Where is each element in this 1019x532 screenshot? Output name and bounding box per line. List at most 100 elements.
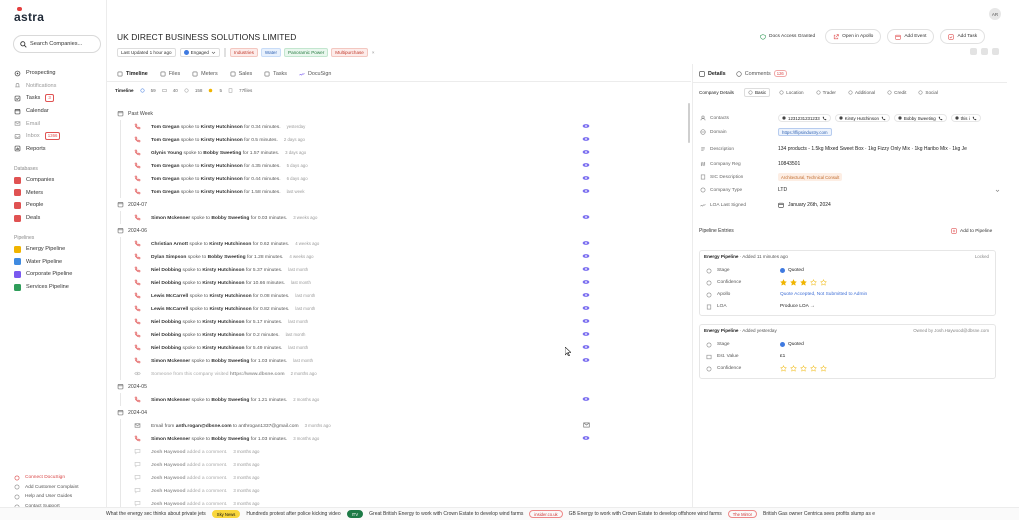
- news-headline[interactable]: Hundreds protest after police kicking vi…: [246, 511, 340, 517]
- target-name[interactable]: https://www.dbsne.com: [230, 372, 285, 377]
- sidebar-item-people[interactable]: People: [14, 199, 106, 212]
- tab-timeline[interactable]: Timeline: [117, 68, 148, 80]
- actor-name[interactable]: Tom Gregan: [151, 138, 179, 143]
- status-dropdown[interactable]: Engaged: [179, 48, 220, 57]
- sidebar-item-calendar[interactable]: Calendar: [14, 105, 106, 118]
- footer-link-0[interactable]: Connect DocuSign: [14, 473, 106, 483]
- pipeline-card-1[interactable]: Energy Pipeline · Added 11 minutes ago L…: [699, 250, 996, 316]
- target-name[interactable]: anth.rogan@dbsne.com: [176, 424, 232, 429]
- confidence-stars[interactable]: [780, 365, 827, 372]
- news-headline[interactable]: British Gas owner Centrica sees profits …: [763, 511, 875, 517]
- target-name[interactable]: Kirsty Hutchinson: [202, 320, 244, 325]
- sidebar-item-water-pipeline[interactable]: Water Pipeline: [14, 256, 106, 269]
- timeline-row[interactable]: Someone from this company visited https:…: [121, 367, 591, 380]
- star-empty-icon[interactable]: [810, 279, 817, 286]
- timeline-row[interactable]: Niel Dobbing spoke to Kirsty Hutchinson …: [121, 328, 591, 341]
- user-icon[interactable]: [981, 48, 988, 55]
- target-name[interactable]: Kirsty Hutchinson: [209, 307, 251, 312]
- email-count-icon[interactable]: [162, 88, 167, 93]
- actor-name[interactable]: Niel Dobbing: [151, 333, 181, 338]
- visit-count-icon[interactable]: [184, 88, 189, 93]
- star-empty-icon[interactable]: [790, 365, 797, 372]
- target-name[interactable]: Bobby Sweeting: [211, 437, 249, 442]
- stage-value[interactable]: Quoted: [788, 268, 804, 273]
- actor-name[interactable]: Glynis Young: [151, 151, 182, 156]
- sidebar-item-meters[interactable]: Meters: [14, 187, 106, 200]
- timeline-row[interactable]: Simon Mckenner spoke to Bobby Sweeting f…: [121, 354, 591, 367]
- contact-chip[interactable]: Bobby Sweeting: [893, 114, 947, 122]
- target-name[interactable]: Kirsty Hutchinson: [201, 138, 243, 143]
- add-to-pipeline-button[interactable]: Add to Pipeline: [951, 228, 992, 234]
- sidebar-item-inbox[interactable]: Inbox 1366: [14, 130, 106, 143]
- sidebar-item-companies[interactable]: Companies: [14, 174, 106, 187]
- news-headline[interactable]: Great British Energy to work with Crown …: [369, 511, 523, 517]
- timeline-row[interactable]: Simon Mckenner spoke to Bobby Sweeting f…: [121, 393, 591, 406]
- target-name[interactable]: Kirsty Hutchinson: [202, 268, 244, 273]
- produce-loa-link[interactable]: Produce LOA →: [780, 304, 815, 309]
- tab-meters[interactable]: Meters: [192, 68, 218, 80]
- sidebar-item-corporate-pipeline[interactable]: Corporate Pipeline: [14, 268, 106, 281]
- target-name[interactable]: Bobby Sweeting: [211, 216, 249, 221]
- tag-chip[interactable]: Industries: [229, 48, 258, 57]
- actor-name[interactable]: Simon Mckenner: [151, 437, 190, 442]
- actor-name[interactable]: Simon Mckenner: [151, 398, 190, 403]
- loa-value[interactable]: January 26th, 2024: [788, 202, 831, 208]
- subtab-credit[interactable]: Credit: [884, 89, 909, 96]
- confidence-stars[interactable]: [780, 279, 827, 286]
- star-filled-icon[interactable]: [780, 279, 787, 286]
- actor-name[interactable]: Josh Haywood: [151, 502, 186, 507]
- timeline-row[interactable]: Niel Dobbing spoke to Kirsty Hutchinson …: [121, 341, 591, 354]
- timeline-row[interactable]: Email from anth.rogan@dbsne.com to anthr…: [121, 419, 591, 432]
- timeline-row[interactable]: Glynis Young spoke to Bobby Sweeting for…: [121, 146, 591, 159]
- timeline-scrollbar[interactable]: [688, 103, 690, 143]
- star-empty-icon[interactable]: [810, 365, 817, 372]
- remove-tag-icon[interactable]: ×: [372, 50, 375, 55]
- actor-name[interactable]: Lewis McCarrell: [151, 307, 188, 312]
- tab-details[interactable]: Details: [699, 70, 726, 77]
- sidebar-item-prospecting[interactable]: Prospecting: [14, 67, 106, 80]
- star-empty-icon[interactable]: [820, 279, 827, 286]
- actor-name[interactable]: Tom Gregan: [151, 177, 179, 182]
- file-count-icon[interactable]: [228, 88, 233, 93]
- timeline-row[interactable]: Tom Gregan spoke to Kirsty Hutchinson fo…: [121, 120, 591, 133]
- actor-name[interactable]: Niel Dobbing: [151, 320, 181, 325]
- search-input[interactable]: Search Companies...: [13, 35, 101, 53]
- actor-name[interactable]: Josh Haywood: [151, 489, 186, 494]
- timeline-row[interactable]: Niel Dobbing spoke to Kirsty Hutchinson …: [121, 276, 591, 289]
- timeline-row[interactable]: Niel Dobbing spoke to Kirsty Hutchinson …: [121, 263, 591, 276]
- actor-name[interactable]: Niel Dobbing: [151, 268, 181, 273]
- news-headline[interactable]: GB Energy to work with Crown Estate to d…: [569, 511, 722, 517]
- timeline-row[interactable]: Josh Haywood added a comment. 3 months ag…: [121, 471, 591, 484]
- more-icon[interactable]: [992, 48, 999, 55]
- actor-name[interactable]: Simon Mckenner: [151, 359, 190, 364]
- actor-name[interactable]: Tom Gregan: [151, 164, 179, 169]
- actor-name[interactable]: Simon Mckenner: [151, 216, 190, 221]
- domain-link[interactable]: https://flipsindustry.com: [778, 128, 832, 136]
- actor-name[interactable]: Lewis McCarrell: [151, 294, 188, 299]
- star-empty-icon[interactable]: [820, 365, 827, 372]
- footer-link-1[interactable]: Add Customer Complaint: [14, 483, 106, 493]
- actor-name[interactable]: Josh Haywood: [151, 450, 186, 455]
- timeline-row[interactable]: Tom Gregan spoke to Kirsty Hutchinson fo…: [121, 159, 591, 172]
- actor-name[interactable]: Niel Dobbing: [151, 281, 181, 286]
- target-name[interactable]: Kirsty Hutchinson: [202, 346, 244, 351]
- target-name[interactable]: Kirsty Hutchinson: [201, 177, 243, 182]
- sidebar-item-reports[interactable]: Reports: [14, 143, 106, 156]
- subtab-trader[interactable]: Trader: [813, 89, 839, 96]
- target-name[interactable]: Kirsty Hutchinson: [201, 190, 243, 195]
- news-source-badge[interactable]: The Mirror: [727, 510, 758, 518]
- stage-value[interactable]: Quoted: [788, 342, 804, 347]
- sidebar-item-deals[interactable]: Deals: [14, 212, 106, 225]
- target-name[interactable]: Kirsty Hutchinson: [209, 294, 251, 299]
- news-source-badge[interactable]: Sky News: [211, 510, 241, 518]
- avatar[interactable]: AR: [989, 8, 1001, 20]
- news-source-badge[interactable]: ITV: [346, 510, 364, 518]
- star-empty-icon[interactable]: [800, 365, 807, 372]
- tag-chip[interactable]: Multipurchase: [331, 48, 368, 57]
- comment-count-icon[interactable]: [208, 88, 213, 93]
- tab-docusign[interactable]: DocuSign: [299, 68, 331, 80]
- star-filled-icon[interactable]: [800, 279, 807, 286]
- timeline-row[interactable]: Simon Mckenner spoke to Bobby Sweeting f…: [121, 432, 591, 445]
- actor-name[interactable]: Josh Haywood: [151, 463, 186, 468]
- tab-files[interactable]: Files: [160, 68, 180, 80]
